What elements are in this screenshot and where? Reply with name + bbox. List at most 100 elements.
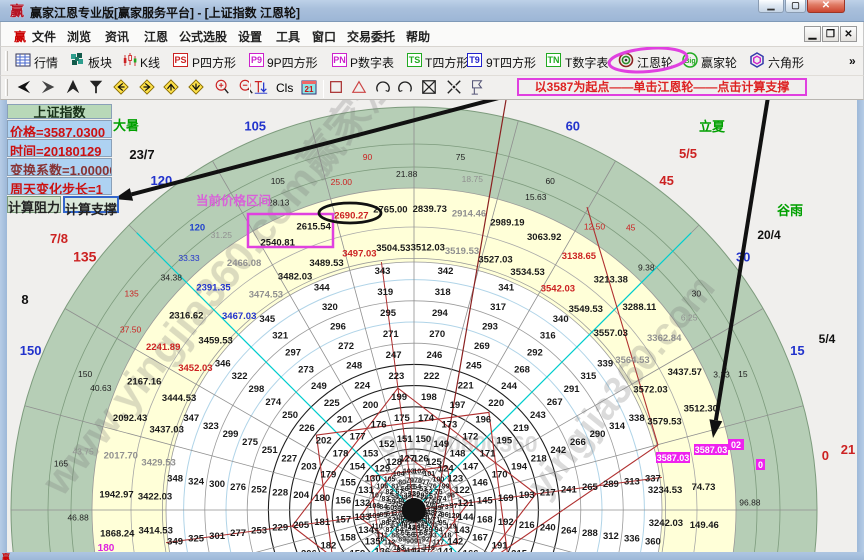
svg-text:37.50: 37.50 — [120, 325, 142, 335]
svg-text:340: 340 — [553, 314, 569, 325]
svg-text:15.63: 15.63 — [525, 192, 547, 202]
svg-text:105: 105 — [384, 476, 396, 483]
svg-text:175: 175 — [394, 413, 411, 424]
svg-text:289: 289 — [603, 479, 619, 490]
svg-text:204: 204 — [293, 490, 310, 501]
svg-text:101: 101 — [423, 471, 435, 478]
svg-text:84: 84 — [379, 504, 387, 511]
svg-text:298: 298 — [248, 384, 264, 395]
svg-text:74.73: 74.73 — [692, 482, 716, 493]
svg-text:221: 221 — [458, 380, 475, 391]
svg-text:20/4: 20/4 — [757, 228, 781, 242]
svg-text:12.50: 12.50 — [584, 222, 606, 232]
svg-text:154: 154 — [349, 462, 366, 473]
svg-text:3362.84: 3362.84 — [647, 333, 682, 344]
svg-text:272: 272 — [338, 341, 354, 352]
svg-text:318: 318 — [435, 287, 451, 298]
svg-text:147: 147 — [463, 462, 479, 473]
svg-text:3512.03: 3512.03 — [411, 242, 445, 253]
svg-text:223: 223 — [388, 371, 404, 382]
svg-text:102: 102 — [413, 468, 425, 475]
svg-text:341: 341 — [498, 282, 515, 293]
svg-text:3242.03: 3242.03 — [649, 518, 683, 529]
svg-text:3452.03: 3452.03 — [178, 363, 212, 374]
svg-text:313: 313 — [624, 476, 640, 487]
svg-text:288: 288 — [582, 528, 598, 539]
svg-text:2241.89: 2241.89 — [146, 342, 180, 353]
svg-text:251: 251 — [262, 445, 279, 456]
svg-text:243: 243 — [530, 410, 546, 421]
svg-text:2017.70: 2017.70 — [104, 451, 138, 462]
svg-text:270: 270 — [429, 329, 445, 340]
svg-text:76: 76 — [429, 483, 437, 490]
svg-text:153: 153 — [363, 448, 379, 459]
svg-text:276: 276 — [230, 482, 246, 493]
svg-text:222: 222 — [424, 371, 440, 382]
svg-text:173: 173 — [441, 419, 457, 430]
svg-text:33.33: 33.33 — [178, 253, 200, 263]
svg-text:148: 148 — [450, 448, 466, 459]
svg-text:193: 193 — [519, 490, 535, 501]
svg-text:34.38: 34.38 — [161, 273, 183, 283]
svg-text:202: 202 — [316, 436, 332, 447]
svg-text:大暑: 大暑 — [113, 118, 139, 133]
svg-text:224: 224 — [354, 380, 371, 391]
svg-text:2989.19: 2989.19 — [490, 218, 524, 229]
svg-text:150: 150 — [20, 343, 42, 358]
svg-text:199: 199 — [391, 392, 407, 403]
svg-text:86: 86 — [382, 520, 390, 527]
svg-text:2839.73: 2839.73 — [413, 204, 447, 215]
svg-text:205: 205 — [293, 520, 310, 531]
svg-text:133: 133 — [354, 512, 370, 523]
svg-text:197: 197 — [450, 400, 466, 411]
svg-text:90: 90 — [406, 539, 414, 546]
svg-text:3587.03: 3587.03 — [695, 445, 728, 455]
svg-text:194: 194 — [511, 462, 528, 473]
svg-text:347: 347 — [183, 413, 199, 424]
svg-text:6.25: 6.25 — [681, 312, 698, 322]
svg-text:2615.54: 2615.54 — [297, 222, 332, 233]
svg-text:200: 200 — [363, 400, 379, 411]
svg-text:277: 277 — [230, 528, 246, 539]
svg-text:106: 106 — [376, 484, 388, 491]
svg-text:315: 315 — [580, 371, 597, 382]
svg-text:43.75: 43.75 — [72, 447, 94, 457]
svg-text:195: 195 — [496, 436, 513, 447]
svg-text:240: 240 — [540, 523, 556, 534]
svg-text:158: 158 — [340, 532, 356, 543]
svg-text:1942.97: 1942.97 — [99, 489, 133, 500]
svg-text:338: 338 — [629, 413, 645, 424]
svg-text:217: 217 — [540, 487, 556, 498]
svg-text:344: 344 — [314, 282, 331, 293]
svg-text:241: 241 — [561, 485, 578, 496]
svg-text:273: 273 — [298, 364, 314, 375]
svg-text:292: 292 — [527, 347, 543, 358]
svg-text:252: 252 — [251, 485, 267, 496]
svg-text:2391.35: 2391.35 — [196, 282, 231, 293]
svg-text:60: 60 — [545, 176, 555, 186]
svg-text:179: 179 — [320, 470, 336, 481]
svg-text:105: 105 — [244, 119, 266, 134]
svg-text:253: 253 — [251, 525, 267, 536]
svg-text:3557.03: 3557.03 — [594, 328, 628, 339]
svg-text:172: 172 — [462, 432, 478, 443]
svg-text:144: 144 — [458, 512, 475, 523]
svg-text:3437.03: 3437.03 — [150, 425, 184, 436]
svg-text:3572.03: 3572.03 — [633, 385, 667, 396]
svg-text:3429.53: 3429.53 — [141, 458, 175, 469]
svg-text:3482.03: 3482.03 — [278, 272, 312, 283]
svg-text:247: 247 — [386, 350, 402, 361]
svg-text:45: 45 — [659, 173, 673, 188]
svg-text:6: 6 — [381, 536, 385, 543]
svg-text:218: 218 — [531, 453, 547, 464]
svg-text:216: 216 — [519, 520, 535, 531]
svg-text:297: 297 — [285, 347, 301, 358]
svg-text:182: 182 — [320, 540, 336, 551]
svg-text:228: 228 — [272, 487, 288, 498]
svg-text:244: 244 — [501, 381, 518, 392]
svg-text:134: 134 — [358, 525, 375, 536]
svg-text:78: 78 — [414, 477, 422, 484]
svg-text:28.13: 28.13 — [268, 198, 290, 208]
svg-text:151: 151 — [397, 434, 414, 445]
svg-text:219: 219 — [513, 423, 529, 434]
